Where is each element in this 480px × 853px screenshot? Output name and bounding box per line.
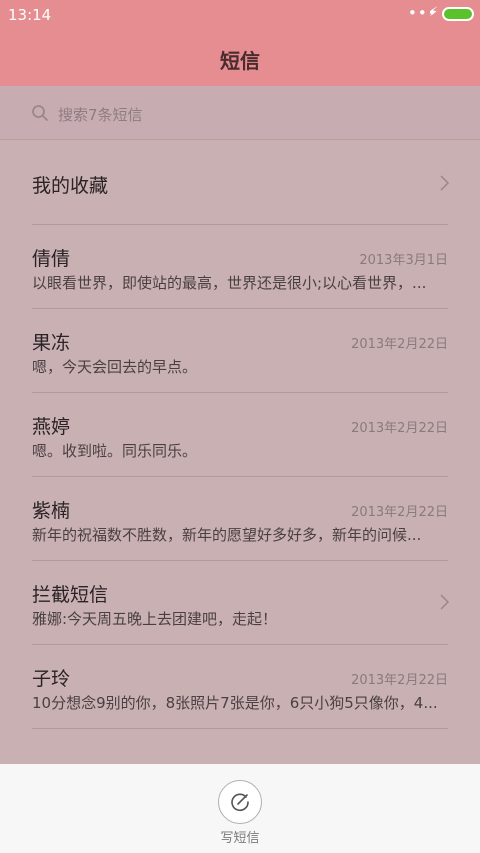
search-input[interactable]: 搜索7条短信 <box>58 104 143 125</box>
title-bar: 短信 <box>0 30 480 86</box>
search-icon <box>32 105 48 121</box>
conversation-row[interactable]: 紫楠 2013年2月22日 新年的祝福数不胜数，新年的愿望好多好多，新年的问候.… <box>0 476 480 560</box>
chevron-right-icon <box>440 175 450 191</box>
search-bar[interactable]: 搜索7条短信 <box>0 86 480 140</box>
favorites-row[interactable]: 我的收藏 <box>0 140 480 224</box>
message-date: 2013年2月22日 <box>351 421 448 436</box>
charging-icon: ⚡ <box>429 5 439 20</box>
conversation-row[interactable]: 果冻 2013年2月22日 嗯，今天会回去的早点。 <box>0 308 480 392</box>
message-snippet: 10分想念9别的你，8张照片7张是你，6只小狗5只像你，4... <box>32 694 438 712</box>
divider <box>32 728 448 729</box>
contact-name: 子玲 <box>32 668 71 690</box>
compose-icon <box>231 793 249 812</box>
contact-name: 果冻 <box>32 332 71 354</box>
contact-name: 紫楠 <box>32 500 71 522</box>
message-date: 2013年3月1日 <box>359 253 448 268</box>
message-date: 2013年2月22日 <box>351 337 448 352</box>
contact-name: 燕婷 <box>32 416 71 438</box>
contact-name: 倩倩 <box>32 248 71 270</box>
message-date: 2013年2月22日 <box>351 505 448 520</box>
favorites-label: 我的收藏 <box>32 175 109 197</box>
compose-label[interactable]: 写短信 <box>0 827 480 846</box>
message-date: 2013年2月22日 <box>351 673 448 688</box>
page-title: 短信 <box>220 49 260 73</box>
message-snippet: 嗯。收到啦。同乐同乐。 <box>32 442 198 460</box>
conversation-row[interactable]: 倩倩 2013年3月1日 以眼看世界，即使站的最高，世界还是很小;以心看世界，.… <box>0 224 480 308</box>
status-bar: 13:14 ••• ⚡ <box>0 0 480 30</box>
blocked-messages-label: 拦截短信 <box>32 584 109 606</box>
message-snippet: 雅娜:今天周五晚上去团建吧，走起！ <box>32 610 278 628</box>
message-snippet: 嗯，今天会回去的早点。 <box>32 358 198 376</box>
conversation-row[interactable]: 燕婷 2013年2月22日 嗯。收到啦。同乐同乐。 <box>0 392 480 476</box>
chevron-right-icon <box>440 594 450 610</box>
bottom-bar: 写短信 <box>0 764 480 853</box>
message-snippet: 新年的祝福数不胜数，新年的愿望好多好多，新年的问候... <box>32 526 422 544</box>
message-snippet: 以眼看世界，即使站的最高，世界还是很小;以心看世界，... <box>32 274 427 292</box>
status-time: 13:14 <box>8 6 52 24</box>
blocked-messages-row[interactable]: 拦截短信 雅娜:今天周五晚上去团建吧，走起！ <box>0 560 480 644</box>
compose-button[interactable] <box>218 780 262 824</box>
conversation-row[interactable]: 子玲 2013年2月22日 10分想念9别的你，8张照片7张是你，6只小狗5只像… <box>0 644 480 728</box>
battery-icon <box>442 7 474 21</box>
